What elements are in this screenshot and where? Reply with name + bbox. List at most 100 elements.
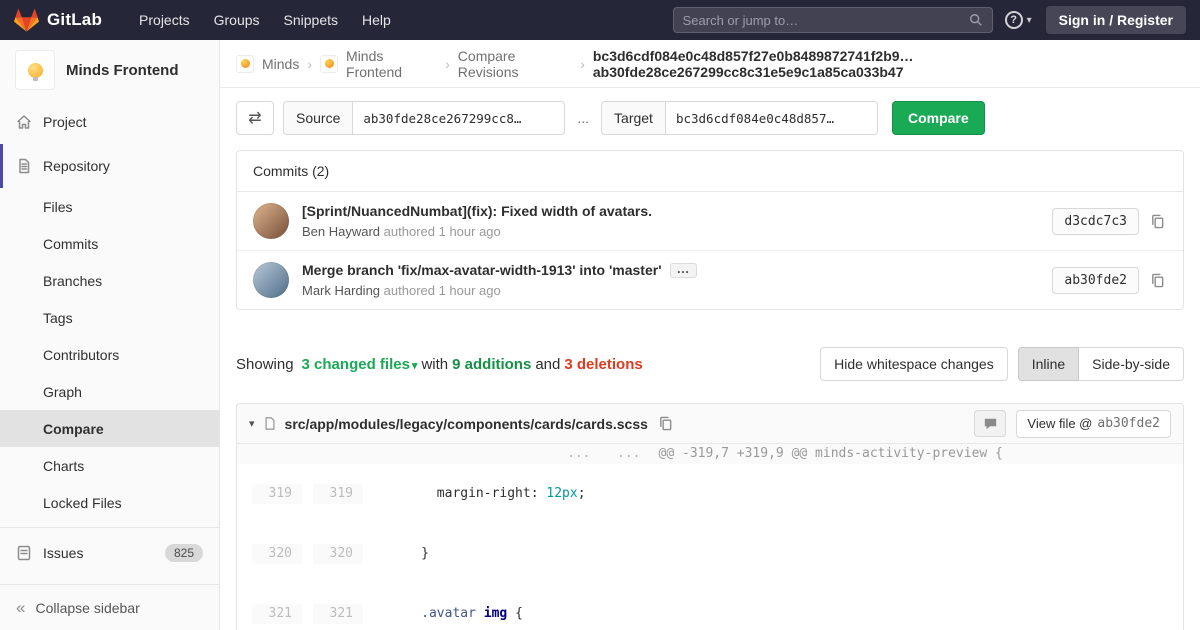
sidebar-item-project[interactable]: Project (0, 100, 219, 144)
compare-button[interactable]: Compare (892, 101, 985, 135)
commit-sha-group: ab30fde2 (1052, 267, 1167, 294)
new-line-number[interactable]: 321 (313, 604, 363, 624)
diff-line-hunk: ......@@ -319,7 +319,9 @@ minds-activity… (237, 444, 1183, 464)
commits-panel: Commits (2) [Sprint/NuancedNumbat](fix):… (236, 150, 1184, 310)
old-line-number[interactable]: ... (237, 444, 601, 464)
old-line-number[interactable]: 321 (252, 604, 302, 624)
source-ref-input[interactable] (352, 101, 565, 135)
sidebar-item-tags[interactable]: Tags (0, 299, 219, 336)
diff-table: ......@@ -319,7 +319,9 @@ minds-activity… (237, 444, 1183, 630)
sidebar-item-label: Project (43, 114, 87, 130)
commit-row: [Sprint/NuancedNumbat](fix): Fixed width… (237, 192, 1183, 250)
sign-in-button[interactable]: Sign in / Register (1046, 6, 1186, 34)
collapse-diff-icon[interactable]: ▾ (249, 417, 255, 430)
nav-link-groups[interactable]: Groups (203, 6, 271, 34)
new-line-number[interactable]: 319 (313, 484, 363, 504)
diff-file-path[interactable]: src/app/modules/legacy/components/cards/… (285, 416, 648, 432)
commit-author[interactable]: Mark Harding (302, 283, 380, 298)
collapse-label: Collapse sidebar (35, 600, 139, 616)
sidebar-item-charts[interactable]: Charts (0, 447, 219, 484)
chevron-down-icon: ▾ (412, 360, 418, 372)
swap-revisions-button[interactable]: ⇄ (236, 101, 274, 135)
avatar[interactable] (253, 262, 289, 298)
with-label: with (421, 356, 448, 373)
sidebar-item-commits[interactable]: Commits (0, 225, 219, 262)
breadcrumb: Minds › Minds Frontend › Compare Revisio… (220, 40, 1200, 88)
target-ref-input[interactable] (665, 101, 878, 135)
gitlab-logo[interactable]: GitLab (14, 8, 102, 32)
search-box[interactable] (673, 7, 993, 33)
commit-meta: Mark Harding authored 1 hour ago (302, 283, 1039, 298)
breadcrumb-link-minds[interactable]: Minds (262, 56, 299, 72)
file-icon (263, 416, 277, 431)
commit-author[interactable]: Ben Hayward (302, 224, 380, 239)
help-menu[interactable]: ? ▾ (1005, 11, 1032, 29)
sidebar-item-contributors[interactable]: Contributors (0, 336, 219, 373)
sidebar-item-label: Issues (43, 545, 83, 561)
hide-whitespace-button[interactable]: Hide whitespace changes (820, 347, 1008, 381)
project-avatar (15, 50, 55, 90)
copy-sha-button[interactable] (1148, 212, 1167, 231)
and-label: and (535, 356, 560, 373)
breadcrumb-link-compare[interactable]: Compare Revisions (458, 48, 572, 80)
commit-sha-group: d3cdc7c3 (1052, 208, 1167, 235)
sidebar-item-files[interactable]: Files (0, 188, 219, 225)
old-line-number[interactable]: 319 (252, 484, 302, 504)
source-input-group: Source (283, 101, 565, 135)
commit-title[interactable]: [Sprint/NuancedNumbat](fix): Fixed width… (302, 203, 1039, 219)
nav-link-projects[interactable]: Projects (128, 6, 201, 34)
diff-mode-toggle: Inline Side-by-side (1018, 347, 1184, 381)
expand-commit-message-button[interactable]: … (670, 263, 697, 278)
lightbulb-icon (28, 63, 43, 78)
commit-body: [Sprint/NuancedNumbat](fix): Fixed width… (302, 203, 1039, 239)
changed-files-dropdown[interactable]: 3 changed files▾ (302, 356, 418, 373)
range-separator: ... (574, 110, 592, 126)
sidebar-item-repository[interactable]: Repository (0, 144, 219, 188)
breadcrumb-separator: › (307, 56, 312, 72)
search-icon (969, 13, 983, 27)
diff-line-context: 320 320 } (237, 524, 601, 584)
project-context[interactable]: Minds Frontend (0, 40, 219, 100)
collapse-icon: « (16, 599, 25, 616)
sidebar-item-branches[interactable]: Branches (0, 262, 219, 299)
copy-sha-button[interactable] (1148, 271, 1167, 290)
toggle-comments-button[interactable] (974, 410, 1006, 437)
diff-code-cell: } (374, 544, 429, 564)
tanuki-icon (14, 8, 39, 32)
new-line-number[interactable]: ... (601, 444, 651, 464)
nav-link-help[interactable]: Help (351, 6, 402, 34)
diff-file-header: ▾ src/app/modules/legacy/components/card… (237, 404, 1183, 444)
commit-body: Merge branch 'fix/max-avatar-width-1913'… (302, 262, 1039, 298)
issues-count-badge: 825 (165, 544, 203, 562)
collapse-sidebar-button[interactable]: « Collapse sidebar (0, 584, 219, 630)
view-file-sha: ab30fde2 (1097, 416, 1160, 431)
old-line-number[interactable]: 320 (252, 544, 302, 564)
repository-subnav: FilesCommitsBranchesTagsContributorsGrap… (0, 188, 219, 521)
diff-line-context: 321321 .avatar img { (237, 584, 601, 630)
new-line-number[interactable]: 320 (313, 544, 363, 564)
app-body: Minds Frontend Project Repository FilesC… (0, 40, 1200, 630)
sidebar-item-locked-files[interactable]: Locked Files (0, 484, 219, 521)
sidebar-item-graph[interactable]: Graph (0, 373, 219, 410)
avatar[interactable] (253, 203, 289, 239)
copy-file-path-button[interactable] (656, 414, 675, 433)
top-nav: ProjectsGroupsSnippetsHelp (128, 6, 402, 34)
chevron-down-icon: ▾ (1027, 15, 1032, 26)
commit-time: authored 1 hour ago (384, 283, 501, 298)
commit-title[interactable]: Merge branch 'fix/max-avatar-width-1913'… (302, 262, 1039, 278)
breadcrumb-separator: › (580, 56, 585, 72)
commits-panel-title: Commits (2) (237, 151, 1183, 192)
sidebar-item-label: Repository (43, 158, 110, 174)
commit-sha[interactable]: d3cdc7c3 (1052, 208, 1139, 235)
inline-view-button[interactable]: Inline (1018, 347, 1079, 381)
search-input[interactable] (683, 13, 969, 28)
brand-name: GitLab (47, 10, 102, 30)
copy-icon (1150, 214, 1165, 229)
breadcrumb-link-project[interactable]: Minds Frontend (346, 48, 437, 80)
sidebar-item-issues[interactable]: Issues 825 (0, 534, 219, 571)
sidebar-item-compare[interactable]: Compare (0, 410, 219, 447)
nav-link-snippets[interactable]: Snippets (273, 6, 349, 34)
commit-sha[interactable]: ab30fde2 (1052, 267, 1139, 294)
view-file-button[interactable]: View file @ ab30fde2 (1016, 410, 1171, 438)
side-by-side-view-button[interactable]: Side-by-side (1079, 347, 1184, 381)
